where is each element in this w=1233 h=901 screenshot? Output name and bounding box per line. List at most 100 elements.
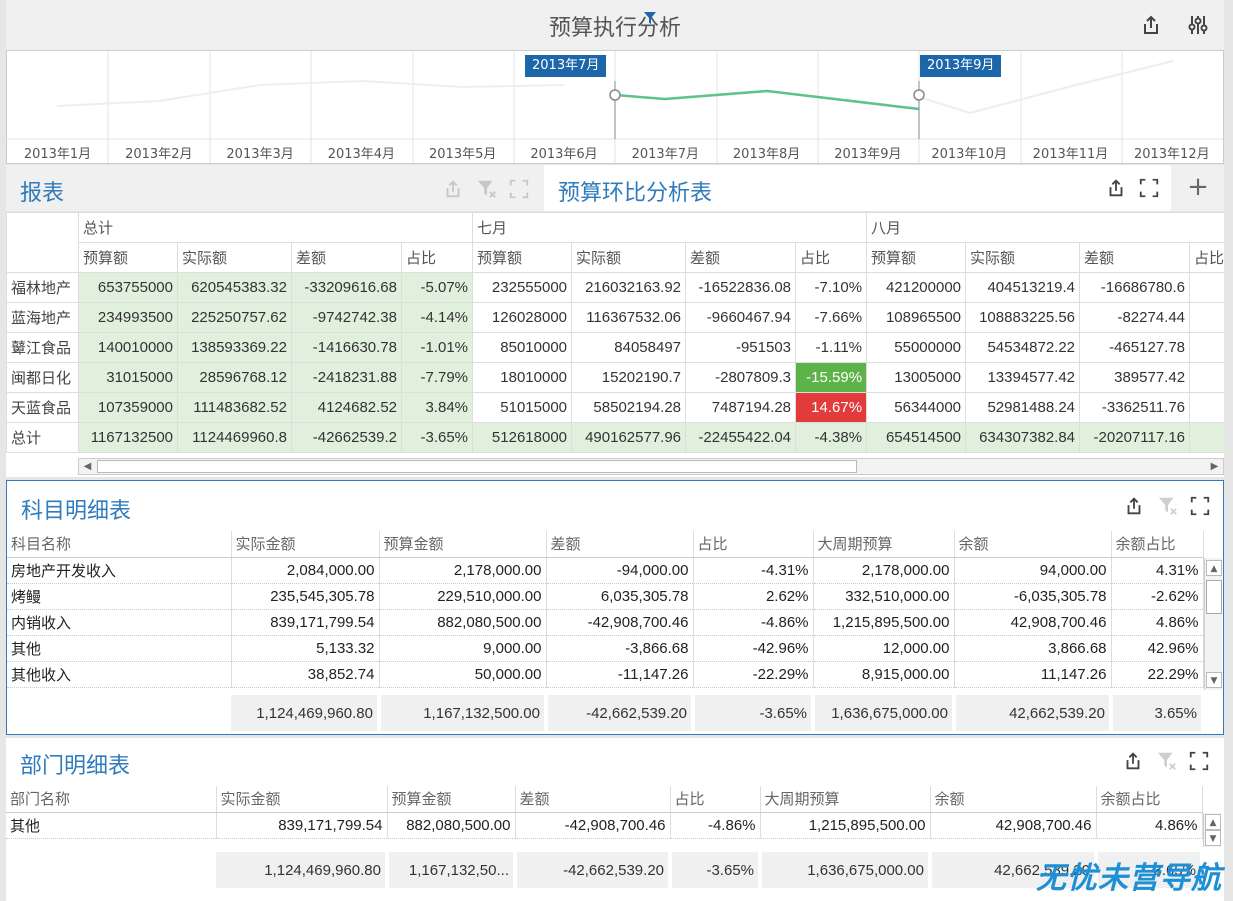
scroll-down-arrow-icon[interactable]: ▼ <box>1205 830 1221 846</box>
table-row[interactable]: 烤鳗 235,545,305.78 229,510,000.00 6,035,305.… <box>7 583 1204 610</box>
pivot-cell[interactable]: -3 <box>1189 422 1224 453</box>
range-start-label[interactable]: 2013年7月 <box>525 55 607 77</box>
scroll-up-arrow-icon[interactable]: ▲ <box>1205 814 1221 830</box>
pivot-column-header[interactable]: 实际额 <box>965 242 1081 273</box>
pivot-cell[interactable]: -82274.44 <box>1079 302 1191 333</box>
timeline-month-label[interactable]: 2013年12月 <box>1121 143 1222 162</box>
tab-budget-ratio[interactable]: 预算环比分析表 <box>544 165 1171 211</box>
scrollbar-thumb[interactable] <box>97 460 857 473</box>
table-row[interactable]: 房地产开发收入 2,084,000.00 2,178,000.00 -94,000.0… <box>7 557 1204 584</box>
pivot-cell[interactable]: -2418231.88 <box>291 362 402 393</box>
timeline-month-label[interactable]: 2013年4月 <box>311 143 412 162</box>
column-header[interactable]: 余额占比 <box>1096 786 1203 813</box>
column-header[interactable]: 实际金额 <box>231 531 380 558</box>
column-header[interactable]: 预算金额 <box>379 531 547 558</box>
share-icon[interactable] <box>442 178 464 200</box>
pivot-cell[interactable]: 85010000 <box>472 332 573 363</box>
pivot-cell[interactable]: 634307382.84 <box>965 422 1081 453</box>
pivot-cell[interactable]: -4.38% <box>795 422 868 453</box>
pivot-cell[interactable]: 31015000 <box>78 362 178 393</box>
pivot-cell[interactable]: -15.59% <box>795 362 868 393</box>
pivot-cell[interactable]: 654514500 <box>866 422 967 453</box>
range-end-label[interactable]: 2013年9月 <box>920 55 1002 77</box>
pivot-cell[interactable]: -7.66% <box>795 302 868 333</box>
pivot-column-header[interactable]: 实际额 <box>571 242 687 273</box>
pivot-cell[interactable]: -1.01% <box>400 332 474 363</box>
filter-icon[interactable] <box>643 11 657 25</box>
pivot-cell[interactable]: 55000000 <box>866 332 967 363</box>
pivot-cell[interactable]: -0 <box>1189 302 1224 333</box>
timeline-month-label[interactable]: 2013年10月 <box>919 143 1020 162</box>
column-header[interactable]: 预算金额 <box>387 786 516 813</box>
timeline-month-label[interactable]: 2013年11月 <box>1020 143 1121 162</box>
column-header[interactable]: 大周期预算 <box>760 786 931 813</box>
horizontal-scrollbar[interactable]: ◀ ▶ <box>78 458 1224 475</box>
pivot-cell[interactable]: -16686780.6 <box>1079 272 1191 303</box>
pivot-cell[interactable]: 15202190.7 <box>571 362 687 393</box>
pivot-cell[interactable]: -20207117.16 <box>1079 422 1191 453</box>
pivot-cell[interactable]: -9660467.94 <box>685 302 797 333</box>
pivot-cell[interactable]: -4.14% <box>400 302 474 333</box>
pivot-cell[interactable]: 108883225.56 <box>965 302 1081 333</box>
pivot-cell[interactable]: 4124682.52 <box>291 392 402 423</box>
scrollbar-thumb[interactable] <box>1206 580 1222 614</box>
pivot-cell[interactable]: -3.65% <box>400 422 474 453</box>
pivot-cell[interactable]: 216032163.92 <box>571 272 687 303</box>
pivot-cell[interactable]: 84058497 <box>571 332 687 363</box>
pivot-cell[interactable]: 2 <box>1189 362 1224 393</box>
pivot-cell[interactable]: 653755000 <box>78 272 178 303</box>
column-header[interactable]: 部门名称 <box>6 786 217 813</box>
pivot-cell[interactable]: 51015000 <box>472 392 573 423</box>
settings-icon[interactable] <box>1186 13 1210 37</box>
pivot-cell[interactable]: 28596768.12 <box>177 362 292 393</box>
pivot-cell[interactable]: 404513219.4 <box>965 272 1081 303</box>
pivot-cell[interactable]: 225250757.62 <box>177 302 292 333</box>
clear-filter-icon[interactable] <box>1157 495 1179 517</box>
pivot-cell[interactable]: -2807809.3 <box>685 362 797 393</box>
table-row[interactable]: 其他 839,171,799.54 882,080,500.00 -42,908,70… <box>6 812 1203 839</box>
pivot-cell[interactable]: -16522836.08 <box>685 272 797 303</box>
scroll-right-arrow-icon[interactable]: ▶ <box>1206 459 1223 474</box>
pivot-cell[interactable]: 389577.42 <box>1079 362 1191 393</box>
pivot-cell[interactable]: -1416630.78 <box>291 332 402 363</box>
share-icon[interactable] <box>1123 495 1145 517</box>
timeline-month-label[interactable]: 2013年6月 <box>514 143 615 162</box>
pivot-cell[interactable]: -5 <box>1189 392 1224 423</box>
column-header[interactable]: 占比 <box>693 531 814 558</box>
pivot-cell[interactable]: -3 <box>1189 272 1224 303</box>
pivot-cell[interactable]: 13005000 <box>866 362 967 393</box>
pivot-cell[interactable]: -9742742.38 <box>291 302 402 333</box>
fullscreen-icon[interactable] <box>508 178 530 200</box>
pivot-row-header[interactable]: 总计 <box>6 422 79 453</box>
pivot-column-header[interactable]: 差额 <box>685 242 797 273</box>
pivot-cell[interactable]: 126028000 <box>472 302 573 333</box>
pivot-cell[interactable]: 512618000 <box>472 422 573 453</box>
pivot-cell[interactable]: -33209616.68 <box>291 272 402 303</box>
pivot-cell[interactable]: -42662539.2 <box>291 422 402 453</box>
pivot-column-header[interactable]: 占比 <box>1189 242 1224 273</box>
pivot-cell[interactable]: 138593369.22 <box>177 332 292 363</box>
share-icon[interactable] <box>1139 13 1163 37</box>
timeline-month-label[interactable]: 2013年2月 <box>108 143 209 162</box>
pivot-cell[interactable]: 1167132500 <box>78 422 178 453</box>
column-header[interactable]: 科目名称 <box>7 531 232 558</box>
time-range-slider[interactable]: 2013年7月 2013年9月 2013年1月 2013年2月 2013年3月 201… <box>6 50 1224 164</box>
pivot-cell[interactable]: -7.79% <box>400 362 474 393</box>
timeline-month-label[interactable]: 2013年3月 <box>210 143 311 162</box>
tab-report[interactable]: 报表 <box>20 175 64 207</box>
pivot-cell[interactable]: 108965500 <box>866 302 967 333</box>
share-icon[interactable] <box>1105 177 1127 199</box>
pivot-cell[interactable]: -22455422.04 <box>685 422 797 453</box>
column-header[interactable]: 余额 <box>930 786 1097 813</box>
pivot-row-header[interactable]: 天蓝食品 <box>6 392 79 423</box>
table-row[interactable]: 其他收入 38,852.74 50,000.00 -11,147.26 -22.29% 8… <box>7 661 1204 688</box>
pivot-column-header[interactable]: 占比 <box>795 242 868 273</box>
column-header[interactable]: 余额占比 <box>1111 531 1204 558</box>
scroll-left-arrow-icon[interactable]: ◀ <box>79 459 96 474</box>
column-header[interactable]: 实际金额 <box>216 786 388 813</box>
timeline-month-label[interactable]: 2013年9月 <box>817 143 918 162</box>
clear-filter-icon[interactable] <box>1156 750 1178 772</box>
pivot-cell[interactable]: 140010000 <box>78 332 178 363</box>
pivot-column-header[interactable]: 占比 <box>400 242 474 273</box>
pivot-cell[interactable]: 54534872.22 <box>965 332 1081 363</box>
